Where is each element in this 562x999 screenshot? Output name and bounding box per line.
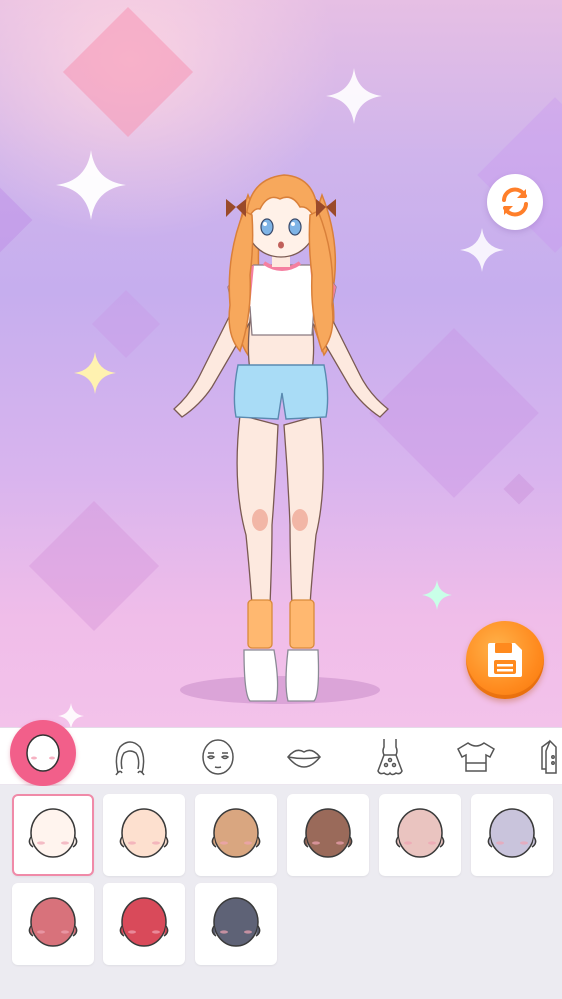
jacket-icon [541, 739, 557, 774]
face-features-icon [202, 739, 234, 775]
sneakers [243, 649, 279, 702]
sparkle-icon [56, 150, 126, 220]
sparkle-icon [422, 580, 452, 610]
face-shape-icon [487, 808, 537, 858]
character [173, 174, 389, 704]
rotate-icon [502, 187, 528, 217]
tab-lips[interactable] [276, 728, 332, 786]
rotate-button[interactable] [487, 174, 543, 230]
sparkle-icon [326, 68, 382, 124]
face-shape-icon [395, 808, 445, 858]
face-shape-icon [119, 897, 169, 947]
face-shape-icon [211, 808, 261, 858]
socks [247, 599, 273, 649]
sparkle-icon [58, 703, 84, 727]
floppy-disk-icon [488, 643, 522, 677]
tab-face-features[interactable] [190, 728, 246, 786]
skin-tone-swatch[interactable] [103, 794, 185, 876]
face-shape-icon [28, 897, 78, 947]
sparkle-icon [74, 352, 116, 394]
skin-tone-swatch[interactable] [12, 794, 94, 876]
bg-diamond [0, 177, 33, 263]
top-icon [457, 742, 495, 772]
skin-tone-swatch[interactable] [195, 794, 277, 876]
character-shadow [180, 676, 380, 704]
skin-tone-swatch[interactable] [12, 883, 94, 965]
skin-tone-grid [0, 786, 562, 999]
save-button[interactable] [466, 621, 544, 699]
skin-tone-swatch[interactable] [287, 794, 369, 876]
bg-diamond [503, 473, 535, 505]
sparkle-icon [460, 228, 504, 272]
face-shape-icon [303, 808, 353, 858]
tab-face-shape[interactable] [10, 720, 76, 786]
face-shape-icon [26, 734, 60, 772]
hair-icon [115, 741, 145, 776]
tab-dress[interactable] [362, 728, 418, 786]
skin-tone-swatch[interactable] [103, 883, 185, 965]
shorts [233, 364, 329, 420]
skin-tone-swatch[interactable] [471, 794, 553, 876]
tab-hair[interactable] [102, 728, 158, 786]
face-shape-icon [211, 897, 261, 947]
bg-diamond [62, 6, 194, 138]
face-shape-icon [119, 808, 169, 858]
bg-diamond [92, 290, 160, 358]
dress-icon [377, 739, 403, 776]
tab-jacket[interactable] [530, 728, 562, 786]
tab-top[interactable] [448, 728, 504, 786]
bg-diamond [28, 500, 160, 632]
category-tab-bar [0, 727, 562, 785]
face-shape-icon [28, 808, 78, 858]
skin-tone-swatch[interactable] [195, 883, 277, 965]
skin-tone-swatch[interactable] [379, 794, 461, 876]
lips-icon [287, 749, 321, 768]
character-stage [0, 0, 562, 727]
